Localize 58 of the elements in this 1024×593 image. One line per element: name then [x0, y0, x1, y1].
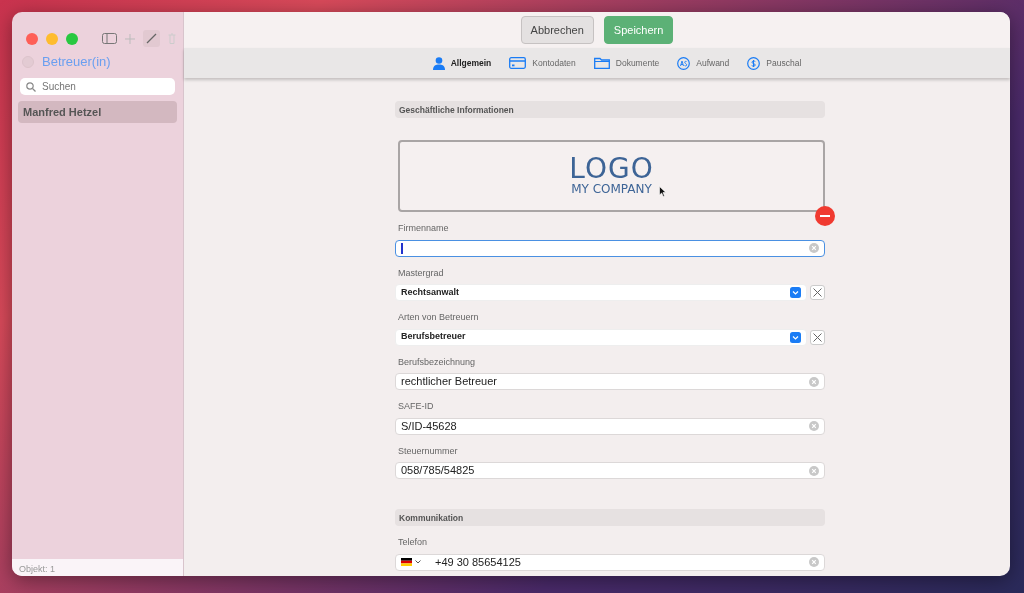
- clear-icon[interactable]: [809, 376, 819, 387]
- dropdown-icon[interactable]: [790, 331, 801, 343]
- select-field[interactable]: Rechtsanwalt: [395, 284, 807, 301]
- add-icon[interactable]: [125, 33, 135, 44]
- person-icon: [432, 56, 445, 70]
- field-label: Firmenname: [398, 222, 450, 235]
- trash-icon[interactable]: [168, 33, 176, 44]
- card-icon: [509, 57, 527, 69]
- edit-icon[interactable]: [143, 30, 160, 47]
- flag-icon: [401, 558, 412, 566]
- item-count: Objekt: 1: [12, 559, 183, 576]
- input-field[interactable]: rechtlicher Betreuer: [395, 373, 825, 390]
- field-label: Arten von Betreuern: [398, 311, 480, 324]
- close-button[interactable]: [26, 32, 38, 45]
- field-label: Telefon: [398, 536, 429, 549]
- clear-button[interactable]: [810, 329, 825, 345]
- input-field[interactable]: S/ID-45628: [395, 417, 825, 435]
- cursor-icon: [659, 186, 666, 197]
- section-header: Kommunikation: [395, 509, 825, 526]
- zoom-button[interactable]: [66, 32, 78, 45]
- field-label: Steuernummer: [398, 444, 459, 458]
- search-icon: [26, 81, 36, 92]
- phone-field[interactable]: +49 30 85654125: [395, 553, 825, 571]
- sidebar-title: Betreuer(in): [42, 53, 111, 71]
- section-header: Geschäftliche Informationen: [395, 101, 825, 118]
- sidebar-item[interactable]: Manfred Hetzel: [18, 100, 177, 123]
- field-label: Berufsbezeichnung: [398, 355, 477, 369]
- tab[interactable]: Allgemein: [432, 56, 492, 70]
- folder-icon: [593, 57, 610, 69]
- clear-icon[interactable]: [809, 421, 819, 431]
- field-label: Mastergrad: [398, 266, 445, 280]
- text-cursor: [401, 242, 403, 254]
- tab[interactable]: Dokumente: [593, 56, 660, 70]
- logo-subtitle: MY COMPANY: [571, 183, 652, 197]
- close-icon: [813, 332, 822, 342]
- tab[interactable]: Aufwand: [677, 56, 730, 70]
- clear-icon[interactable]: [809, 465, 819, 476]
- tab[interactable]: Kontodaten: [509, 56, 576, 70]
- input-field[interactable]: 058/785/54825: [395, 462, 825, 479]
- chevron-icon[interactable]: [415, 560, 421, 564]
- select-field[interactable]: Berufsbetreuer: [395, 328, 807, 346]
- cancel-button[interactable]: Abbrechen: [520, 15, 594, 45]
- coin-icon: [677, 56, 691, 70]
- clear-button[interactable]: [810, 285, 825, 300]
- clear-icon[interactable]: [809, 243, 819, 253]
- search-field[interactable]: Suchen: [20, 77, 175, 95]
- field-label: SAFE-ID: [398, 400, 435, 413]
- tab[interactable]: Pauschal: [747, 56, 802, 70]
- close-icon: [813, 288, 822, 297]
- remove-icon[interactable]: [815, 206, 835, 226]
- input-field[interactable]: [395, 239, 825, 257]
- sidebar-icon[interactable]: [102, 33, 117, 44]
- clear-icon[interactable]: [809, 557, 819, 567]
- dropdown-icon[interactable]: [790, 287, 801, 298]
- dollar-icon: [747, 56, 761, 70]
- minimize-button[interactable]: [46, 32, 58, 45]
- logo-text: LOGO: [569, 155, 654, 184]
- logo-area[interactable]: LOGO MY COMPANY: [398, 140, 825, 212]
